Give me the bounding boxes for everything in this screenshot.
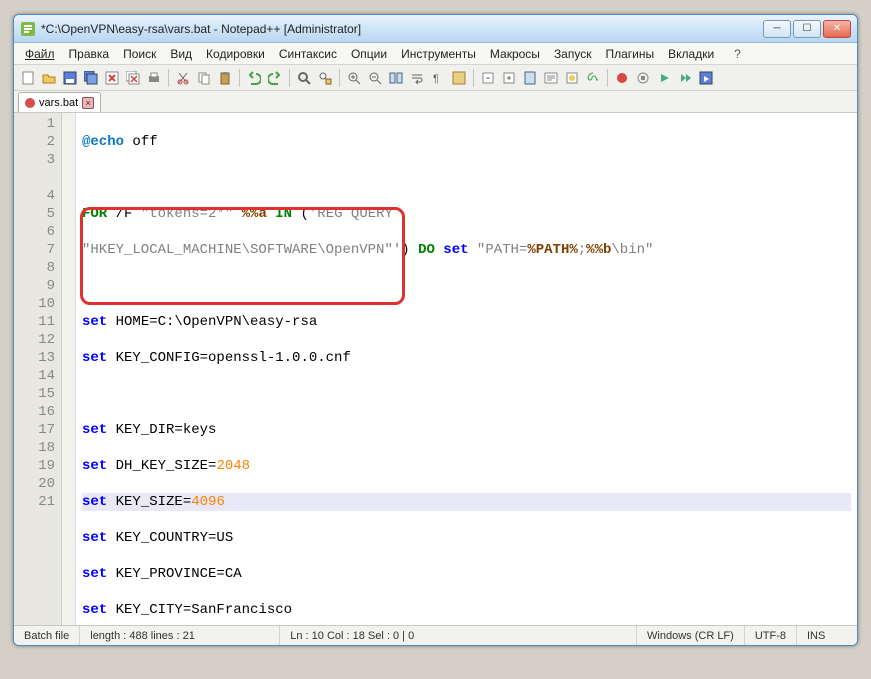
indent-guide-icon[interactable] [449, 68, 469, 88]
menu-encoding[interactable]: Кодировки [199, 45, 272, 63]
menu-tools[interactable]: Инструменты [394, 45, 483, 63]
status-encoding: UTF-8 [745, 626, 797, 645]
toolbar: ¶ [14, 65, 857, 91]
menubar: Файл Правка Поиск Вид Кодировки Синтакси… [14, 43, 857, 65]
window-controls: ─ ☐ ✕ [763, 20, 851, 38]
menu-window[interactable]: Вкладки [661, 45, 721, 63]
zoom-in-icon[interactable] [344, 68, 364, 88]
zoom-out-icon[interactable] [365, 68, 385, 88]
maximize-button[interactable]: ☐ [793, 20, 821, 38]
menu-file[interactable]: Файл [18, 45, 62, 63]
window-title: *C:\OpenVPN\easy-rsa\vars.bat - Notepad+… [41, 22, 763, 36]
status-length: length : 488 lines : 21 [80, 626, 280, 645]
menu-settings[interactable]: Опции [344, 45, 394, 63]
titlebar: *C:\OpenVPN\easy-rsa\vars.bat - Notepad+… [14, 15, 857, 43]
macro-record-icon[interactable] [612, 68, 632, 88]
menu-macro[interactable]: Макросы [483, 45, 547, 63]
unfold-icon[interactable] [499, 68, 519, 88]
menu-help[interactable]: ? [727, 45, 748, 63]
menu-run[interactable]: Запуск [547, 45, 599, 63]
minimize-button[interactable]: ─ [763, 20, 791, 38]
word-wrap-icon[interactable] [407, 68, 427, 88]
menu-syntax[interactable]: Синтаксис [272, 45, 344, 63]
show-all-chars-icon[interactable]: ¶ [428, 68, 448, 88]
undo-icon[interactable] [244, 68, 264, 88]
macro-play-icon[interactable] [654, 68, 674, 88]
function-list-icon[interactable] [562, 68, 582, 88]
status-language: Batch file [14, 626, 80, 645]
status-mode: INS [797, 626, 857, 645]
cut-icon[interactable] [173, 68, 193, 88]
close-button[interactable]: ✕ [823, 20, 851, 38]
sync-scroll-icon[interactable] [386, 68, 406, 88]
svg-text:¶: ¶ [433, 73, 439, 85]
paste-icon[interactable] [215, 68, 235, 88]
app-window: *C:\OpenVPN\easy-rsa\vars.bat - Notepad+… [13, 14, 858, 646]
file-modified-icon [25, 98, 35, 108]
monitor-icon[interactable] [583, 68, 603, 88]
find-icon[interactable] [294, 68, 314, 88]
print-icon[interactable] [144, 68, 164, 88]
menu-edit[interactable]: Правка [62, 45, 117, 63]
file-tab[interactable]: vars.bat × [18, 92, 101, 112]
close-all-icon[interactable] [123, 68, 143, 88]
close-file-icon[interactable] [102, 68, 122, 88]
menu-view[interactable]: Вид [163, 45, 199, 63]
code-area[interactable]: @echo off FOR /F "tokens=2*" %%a IN ('RE… [76, 113, 857, 625]
app-icon [20, 21, 36, 37]
doc-list-icon[interactable] [541, 68, 561, 88]
status-position: Ln : 10 Col : 18 Sel : 0 | 0 [280, 626, 637, 645]
line-numbers: 1 2 3 4 5 6 7 8 9 10 11 12 13 14 15 16 1… [14, 113, 62, 625]
fold-margin [62, 113, 76, 625]
new-file-icon[interactable] [18, 68, 38, 88]
tabbar: vars.bat × [14, 91, 857, 113]
replace-icon[interactable] [315, 68, 335, 88]
macro-stop-icon[interactable] [633, 68, 653, 88]
status-eol: Windows (CR LF) [637, 626, 745, 645]
editor[interactable]: 1 2 3 4 5 6 7 8 9 10 11 12 13 14 15 16 1… [14, 113, 857, 625]
doc-map-icon[interactable] [520, 68, 540, 88]
statusbar: Batch file length : 488 lines : 21 Ln : … [14, 625, 857, 645]
menu-search[interactable]: Поиск [116, 45, 163, 63]
save-all-icon[interactable] [81, 68, 101, 88]
copy-icon[interactable] [194, 68, 214, 88]
fold-icon[interactable] [478, 68, 498, 88]
macro-multi-icon[interactable] [675, 68, 695, 88]
macro-save-icon[interactable] [696, 68, 716, 88]
save-icon[interactable] [60, 68, 80, 88]
redo-icon[interactable] [265, 68, 285, 88]
tab-close-icon[interactable]: × [82, 97, 94, 109]
open-file-icon[interactable] [39, 68, 59, 88]
menu-plugins[interactable]: Плагины [598, 45, 661, 63]
file-tab-label: vars.bat [39, 97, 78, 109]
